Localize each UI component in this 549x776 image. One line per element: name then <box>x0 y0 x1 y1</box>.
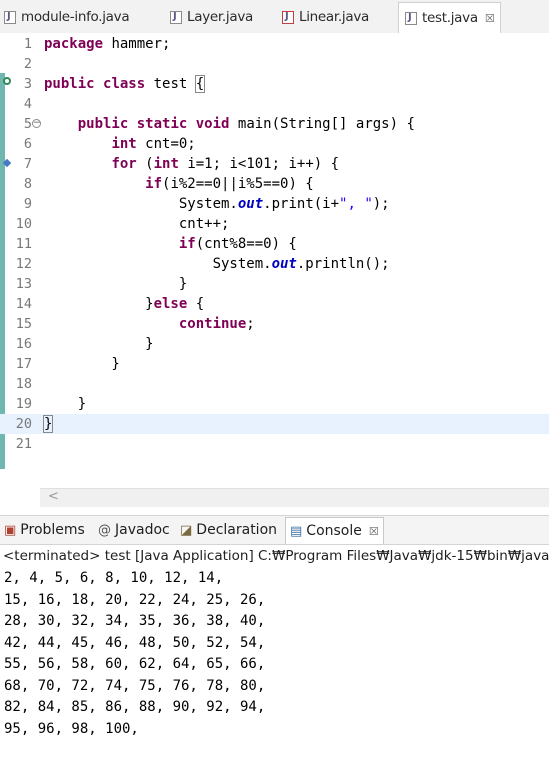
code-line: } <box>44 356 120 372</box>
javadoc-icon: @ <box>98 522 111 538</box>
line-number: 8 <box>23 176 32 192</box>
line-number: 2 <box>23 56 32 72</box>
console-line: 95, 96, 98, 100, <box>4 720 139 737</box>
class-marker-icon <box>3 77 11 85</box>
code-line: continue; <box>178 316 255 332</box>
code-line: } <box>44 276 188 292</box>
line-number: 13 <box>15 276 32 292</box>
scroll-left-icon[interactable]: < <box>48 489 59 504</box>
console-line: 2, 4, 5, 6, 8, 10, 12, 14, <box>4 570 224 586</box>
code-line: System.out.println(); <box>44 256 390 272</box>
console-line: 68, 70, 72, 74, 75, 76, 78, 80, <box>4 677 266 694</box>
bottom-panel-tabs: ▣ Problems @ Javadoc ◪ Declaration ▤ Con… <box>0 515 549 545</box>
line-number: 17 <box>15 356 32 372</box>
line-number: 5 <box>23 116 32 132</box>
line-number: 14 <box>15 296 32 312</box>
line-number: 11 <box>15 236 32 252</box>
close-icon[interactable]: ☒ <box>485 12 495 25</box>
line-number: 18 <box>15 376 32 392</box>
fold-collapse-icon[interactable]: − <box>32 119 41 128</box>
code-editor[interactable]: 1 2 3 4 5 6 7 8 9 10 11 12 13 14 15 16 1… <box>0 33 549 508</box>
close-icon[interactable]: ☒ <box>369 525 379 538</box>
console-line: 42, 44, 45, 46, 48, 50, 52, 54, <box>4 634 266 651</box>
java-file-icon <box>405 11 417 25</box>
code-line: for (int i=1; i<101; i++) { <box>111 156 340 172</box>
tab-module-info[interactable]: module-info.java <box>4 3 130 31</box>
tab-label: module-info.java <box>21 9 130 25</box>
tab-javadoc[interactable]: @ Javadoc <box>98 520 170 540</box>
tab-problems[interactable]: ▣ Problems <box>4 520 85 540</box>
console-line: 15, 16, 18, 20, 22, 24, 25, 26, <box>4 591 266 608</box>
code-line: } <box>44 336 154 352</box>
code-line: public class test { <box>44 75 206 93</box>
console-line: 82, 84, 85, 86, 88, 90, 92, 94, <box>4 699 266 715</box>
tab-linear[interactable]: Linear.java <box>282 3 369 31</box>
tab-label: Console <box>306 523 362 539</box>
line-number: 3 <box>23 76 32 92</box>
console-status: <terminated> test [Java Application] C:₩… <box>0 545 549 567</box>
tab-label: Problems <box>20 522 85 538</box>
code-line: int cnt=0; <box>111 136 196 152</box>
line-number: 1 <box>23 36 32 52</box>
tab-label: Linear.java <box>299 9 369 25</box>
line-number: 15 <box>15 316 32 332</box>
console-output[interactable]: 2, 4, 5, 6, 8, 10, 12, 14, 15, 16, 18, 2… <box>0 567 549 776</box>
current-line-highlight <box>0 414 549 434</box>
tab-declaration[interactable]: ◪ Declaration <box>180 520 277 540</box>
line-number: 10 <box>15 216 32 232</box>
tab-label: test.java <box>422 10 478 26</box>
line-number: 16 <box>15 336 32 352</box>
line-number: 4 <box>23 96 32 112</box>
problems-icon: ▣ <box>4 522 17 538</box>
java-file-error-icon <box>282 10 294 24</box>
code-line: if(cnt%8==0) { <box>178 236 297 252</box>
module-file-icon <box>4 10 16 24</box>
code-line: }else { <box>44 296 205 312</box>
line-number: 21 <box>15 436 32 452</box>
change-ruler <box>0 73 5 469</box>
console-line: 55, 56, 58, 60, 62, 64, 65, 66, <box>4 656 266 672</box>
console-line: 28, 30, 32, 34, 35, 36, 38, 40, <box>4 613 266 629</box>
tab-console[interactable]: ▤ Console ☒ <box>285 517 384 544</box>
code-line: System.out.print(i+", "); <box>44 196 390 212</box>
tab-label: Declaration <box>196 522 278 538</box>
line-number: 6 <box>23 136 32 152</box>
line-number: 7 <box>23 156 32 172</box>
line-number: 19 <box>15 396 32 412</box>
code-line: } <box>42 415 54 433</box>
tab-layer[interactable]: Layer.java <box>170 3 253 31</box>
java-file-icon <box>170 10 182 24</box>
line-number: 20 <box>15 416 32 432</box>
code-line: } <box>44 396 87 412</box>
code-line: if(i%2==0||i%5==0) { <box>145 176 314 192</box>
code-line: package hammer; <box>44 36 171 52</box>
tab-test[interactable]: test.java ☒ <box>398 2 502 33</box>
console-icon: ▤ <box>290 523 303 539</box>
horizontal-scrollbar[interactable]: < <box>40 488 549 507</box>
tab-label: Javadoc <box>115 522 170 538</box>
tab-label: Layer.java <box>187 9 253 25</box>
line-number: 9 <box>23 196 32 212</box>
code-line: public static void main(String[] args) { <box>77 116 415 132</box>
line-number: 12 <box>15 256 32 272</box>
declaration-icon: ◪ <box>180 522 193 538</box>
code-line: cnt++; <box>44 216 230 232</box>
editor-tab-bar: module-info.java Layer.java Linear.java … <box>0 0 549 34</box>
